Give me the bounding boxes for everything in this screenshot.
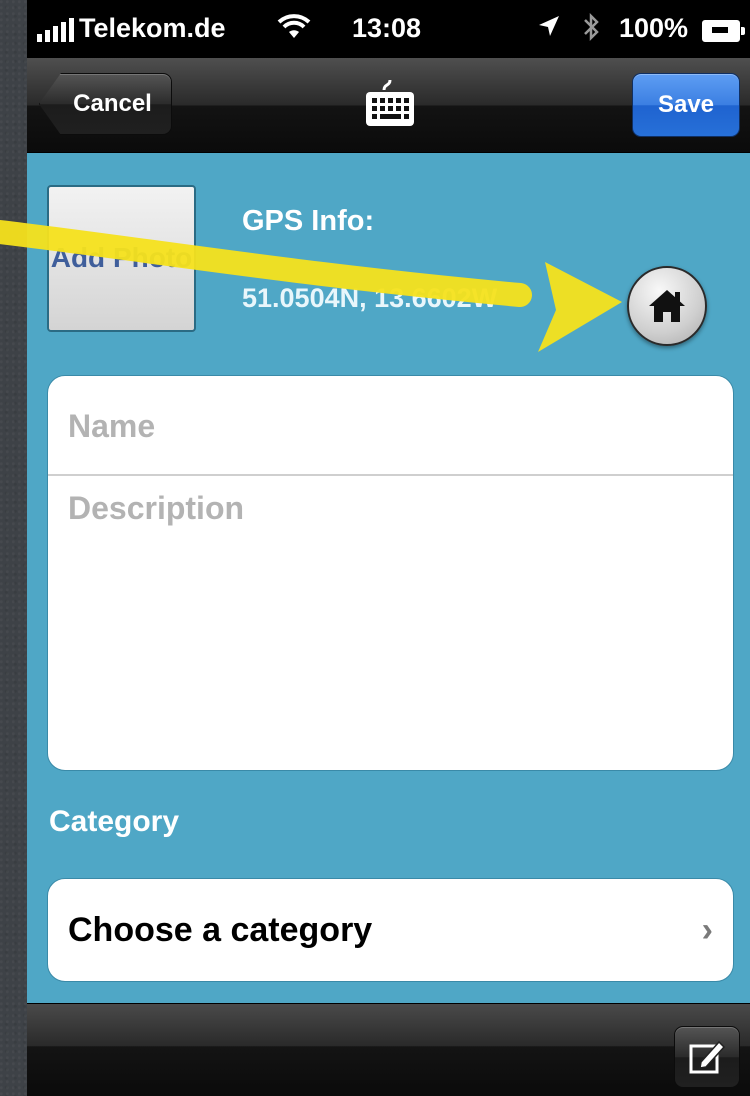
keyboard-icon[interactable] <box>362 76 418 132</box>
cancel-button[interactable]: Cancel <box>39 73 172 135</box>
home-button[interactable] <box>627 266 707 346</box>
save-button[interactable]: Save <box>632 73 740 137</box>
chevron-right-icon: › <box>701 910 713 949</box>
gps-info-title: GPS Info: <box>242 205 375 237</box>
navigation-bar: Cancel Save <box>27 58 750 153</box>
compose-icon <box>689 1040 726 1074</box>
compose-button[interactable] <box>674 1026 740 1088</box>
category-value: Choose a category <box>68 910 373 949</box>
status-bar: Telekom.de 13:08 100% <box>27 0 750 58</box>
name-field[interactable] <box>48 376 733 476</box>
content-area: Add Photo GPS Info: 51.0504N, 13.6602W C… <box>27 153 750 1003</box>
carrier-name: Telekom.de <box>79 13 226 43</box>
category-label: Category <box>49 805 180 838</box>
location-arrow-icon <box>537 14 561 45</box>
home-icon <box>649 290 685 322</box>
bottom-toolbar <box>27 1003 750 1096</box>
phone-screen: Telekom.de 13:08 100% Cancel Save Add Ph… <box>27 0 750 1096</box>
bluetooth-icon <box>582 12 600 49</box>
status-time: 13:08 <box>352 13 422 43</box>
battery-percent: 100% <box>619 13 689 43</box>
signal-icon <box>37 16 74 42</box>
battery-charging-icon <box>702 20 745 42</box>
description-field[interactable] <box>48 476 733 770</box>
gps-coordinates: 51.0504N, 13.6602W <box>242 283 498 313</box>
name-description-group <box>47 375 734 771</box>
wifi-icon <box>277 14 311 47</box>
category-selector[interactable]: Choose a category › <box>47 878 734 982</box>
add-photo-button[interactable]: Add Photo <box>47 185 196 332</box>
